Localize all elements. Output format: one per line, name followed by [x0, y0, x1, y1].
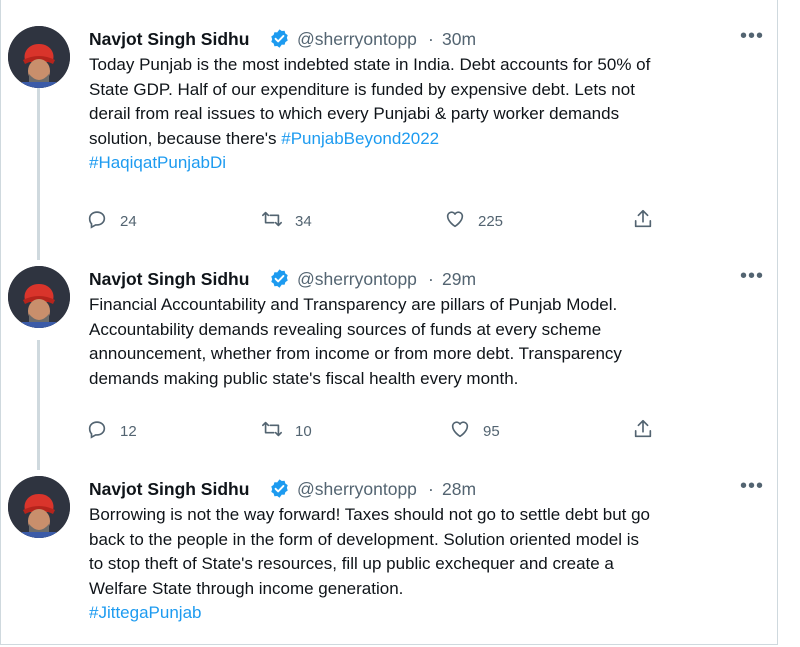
- like-count: 225: [478, 212, 504, 230]
- tweet[interactable]: Navjot Singh Sidhu @sherryontopp · 30m •…: [1, 26, 779, 246]
- separator: ·: [428, 479, 434, 499]
- reply-icon: [86, 418, 108, 445]
- retweet-count: 34: [295, 212, 312, 230]
- hashtag-link[interactable]: #JittegaPunjab: [89, 603, 201, 622]
- hashtag-link[interactable]: #HaqiqatPunjabDi: [89, 153, 226, 172]
- author-handle[interactable]: @sherryontopp: [297, 269, 417, 290]
- tweet-text-line: solution, because there's #PunjabBeyond2…: [89, 127, 769, 152]
- like-count: 95: [483, 422, 500, 440]
- tweet[interactable]: Navjot Singh Sidhu @sherryontopp · 29m •…: [1, 266, 779, 456]
- tweet-text-line: demands making public state's fiscal hea…: [89, 368, 519, 388]
- share-icon: [632, 418, 654, 445]
- tweet-text-line: to stop theft of State's resources, fill…: [89, 554, 614, 573]
- tweet-thread: Navjot Singh Sidhu @sherryontopp · 30m •…: [0, 0, 778, 645]
- timestamp[interactable]: 28m: [442, 479, 476, 500]
- reply-button[interactable]: 12: [86, 416, 137, 446]
- tweet-text-line: Borrowing is not the way forward! Taxes …: [89, 505, 651, 524]
- verified-badge-icon: [269, 28, 290, 49]
- share-button[interactable]: [632, 206, 654, 236]
- tweet-text: Financial Accountability and Transparenc…: [89, 293, 769, 391]
- author-handle[interactable]: @sherryontopp: [297, 29, 417, 50]
- more-options-icon[interactable]: •••: [736, 266, 768, 290]
- tweet-text: Today Punjab is the most indebted state …: [89, 53, 769, 176]
- heart-icon: [449, 418, 471, 445]
- tweet-text-segment: solution, because there's: [89, 128, 282, 148]
- more-options-icon[interactable]: •••: [736, 26, 768, 50]
- reply-count: 24: [120, 212, 137, 230]
- reply-count: 12: [120, 422, 137, 440]
- retweet-icon: [261, 208, 283, 235]
- tweet[interactable]: Navjot Singh Sidhu @sherryontopp · 28m •…: [1, 476, 779, 646]
- author-name[interactable]: Navjot Singh Sidhu: [89, 29, 249, 50]
- tweet-text-line: announcement, whether from income or fro…: [89, 344, 622, 363]
- avatar[interactable]: [8, 266, 70, 328]
- hashtag-link[interactable]: #PunjabBeyond2022: [281, 129, 439, 148]
- share-icon: [632, 208, 654, 235]
- tweet-actions: 12 10 95: [1, 416, 779, 446]
- tweet-text-line: back to the people in the form of develo…: [89, 529, 640, 549]
- tweet-text-line: #HaqiqatPunjabDi: [89, 151, 769, 176]
- reply-button[interactable]: 24: [86, 206, 137, 236]
- timestamp[interactable]: 30m: [442, 29, 476, 50]
- timestamp[interactable]: 29m: [442, 269, 476, 290]
- retweet-button[interactable]: 10: [261, 416, 312, 446]
- author-name[interactable]: Navjot Singh Sidhu: [89, 479, 249, 500]
- reply-icon: [86, 208, 108, 235]
- separator: ·: [428, 29, 434, 49]
- tweet-text-line: #JittegaPunjab: [89, 601, 769, 626]
- author-name[interactable]: Navjot Singh Sidhu: [89, 269, 249, 290]
- avatar[interactable]: [8, 476, 70, 538]
- author-handle[interactable]: @sherryontopp: [297, 479, 417, 500]
- retweet-count: 10: [295, 422, 312, 440]
- avatar[interactable]: [8, 26, 70, 88]
- tweet-text-line: State GDP. Half of our expenditure is fu…: [89, 79, 635, 99]
- heart-icon: [444, 208, 466, 235]
- like-button[interactable]: 95: [449, 416, 500, 446]
- more-options-icon[interactable]: •••: [736, 476, 768, 500]
- tweet-text: Borrowing is not the way forward! Taxes …: [89, 503, 769, 626]
- tweet-actions: 24 34 225: [1, 206, 779, 236]
- tweet-text-line: derail from real issues to which every P…: [89, 104, 620, 123]
- tweet-text-line: Financial Accountability and Transparenc…: [89, 295, 618, 314]
- like-button[interactable]: 225: [444, 206, 503, 236]
- separator: ·: [428, 269, 434, 289]
- verified-badge-icon: [269, 478, 290, 499]
- verified-badge-icon: [269, 268, 290, 289]
- share-button[interactable]: [632, 416, 654, 446]
- retweet-button[interactable]: 34: [261, 206, 312, 236]
- tweet-text-line: Accountability demands revealing sources…: [89, 319, 602, 339]
- tweet-text-line: Welfare State through income generation.: [89, 578, 404, 598]
- tweet-text-line: Today Punjab is the most indebted state …: [89, 55, 651, 74]
- retweet-icon: [261, 418, 283, 445]
